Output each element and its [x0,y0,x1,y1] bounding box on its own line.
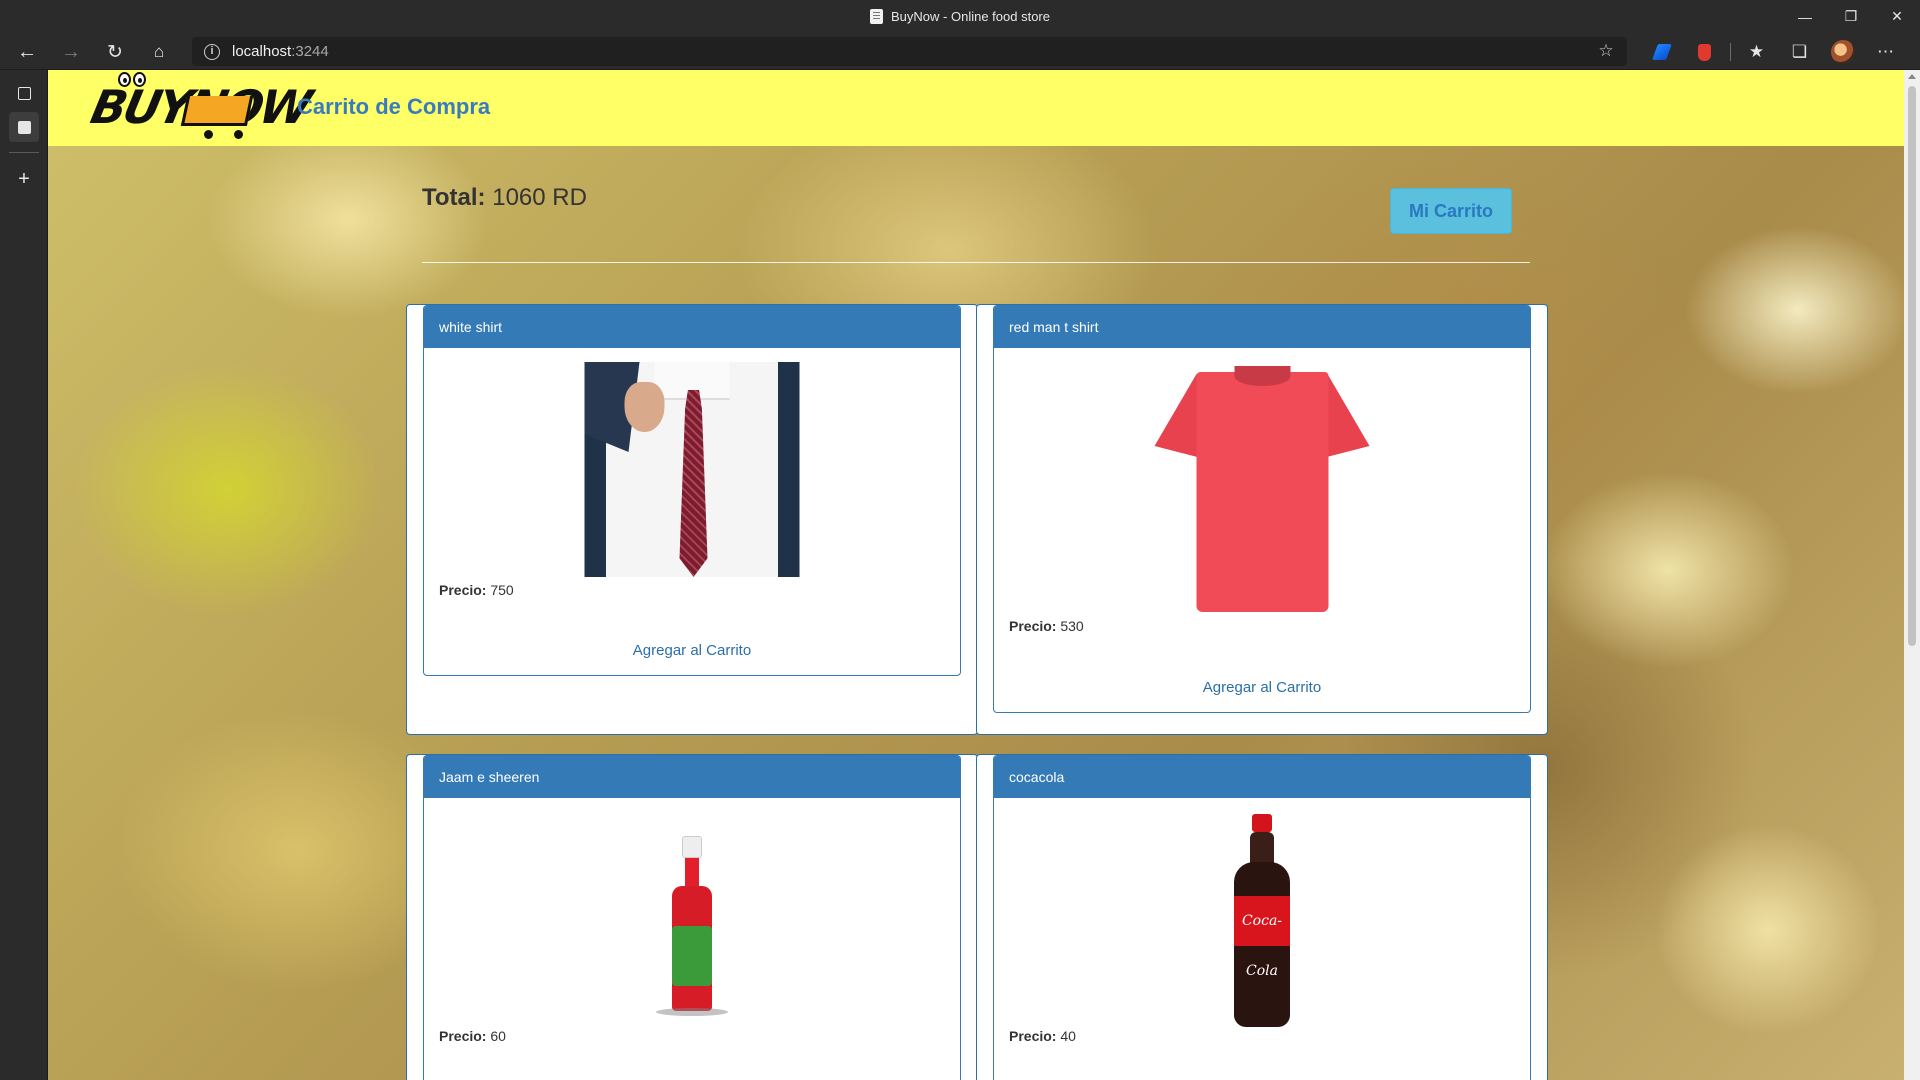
divider [422,262,1530,263]
price-value: 530 [1060,618,1084,634]
logo-wheel [234,130,243,139]
restore-icon[interactable]: ❐ [1828,0,1874,33]
scrollbar-thumb[interactable] [1908,86,1916,646]
extension-red-icon[interactable] [1683,37,1726,67]
toolbar-separator [1730,43,1731,61]
total-label: Total: [422,184,486,211]
toolbar-icons: ★ ❏ ⋯ [1640,37,1907,67]
browser-toolbar: ← → ↻ ⌂ i localhost:3244 ☆ ★ ❏ ⋯ [0,33,1920,70]
url-port: :3244 [291,43,329,60]
collections-icon[interactable]: ❏ [1778,37,1821,67]
page-title: Carrito de Compra [297,94,491,119]
product-card: red man t shirt Precio: 530 Agregar al C… [976,304,1548,735]
window-controls: — ❐ ✕ [1782,0,1920,33]
scroll-up-icon[interactable] [1908,74,1916,79]
extension-blue-icon[interactable] [1640,37,1683,67]
vertical-tab-icon[interactable] [9,112,39,142]
red-tshirt-photo [1154,362,1370,612]
white-shirt-photo [584,362,800,577]
browser-sidebar: + [0,70,48,1080]
add-to-cart-link[interactable]: Agregar al Carrito [424,642,960,659]
product-price: Precio: 750 [439,582,514,598]
price-value: 60 [490,1028,506,1044]
my-cart-button[interactable]: Mi Carrito [1390,188,1512,234]
new-tab-icon[interactable]: + [9,164,39,194]
red-syrup-bottle-photo [652,836,732,1016]
product-price: Precio: 530 [1009,618,1084,634]
product-card: Jaam e sheeren Precio: 60 [406,754,978,1080]
price-value: 750 [490,582,514,598]
arrow-right-icon[interactable]: → [56,37,86,67]
product-panel: Jaam e sheeren Precio: 60 [423,755,961,1080]
home-icon[interactable]: ⌂ [144,37,174,67]
total-value: 1060 RD [492,184,587,211]
url-host: localhost [232,43,292,60]
avatar[interactable] [1821,37,1864,67]
cart-total: Total: 1060 RD [422,184,587,212]
product-card: cocacola Coca-Cola Precio: 40 [976,754,1548,1080]
price-value: 40 [1060,1028,1076,1044]
price-label: Precio: [439,582,487,598]
add-to-cart-link[interactable]: Agregar al Carrito [994,679,1530,696]
product-name: white shirt [424,306,960,348]
sidebar-divider [9,152,39,153]
product-name: red man t shirt [994,306,1530,348]
product-panel: white shirt Precio: 750 Agregar al Carri… [423,305,961,676]
close-icon[interactable]: ✕ [1874,0,1920,33]
logo-cart-icon [180,96,254,126]
page-icon [870,9,884,24]
logo-wheel [204,130,213,139]
price-label: Precio: [1009,1028,1057,1044]
page-scrollbar[interactable] [1904,70,1920,1080]
product-panel: cocacola Coca-Cola Precio: 40 [993,755,1531,1080]
url-text[interactable]: localhost:3244 [232,37,329,66]
tab-actions-icon[interactable] [9,78,39,108]
cocacola-bottle-photo: Coca-Cola [1222,814,1302,1029]
price-label: Precio: [1009,618,1057,634]
minimize-icon[interactable]: — [1782,0,1828,33]
page-viewport: BUYNOW Carrito de Compra Total: 1060 RD … [48,70,1904,1080]
price-label: Precio: [439,1028,487,1044]
product-name: cocacola [994,756,1530,798]
product-price: Precio: 60 [439,1028,506,1044]
product-name: Jaam e sheeren [424,756,960,798]
site-logo[interactable]: BUYNOW [86,72,314,140]
refresh-icon[interactable]: ↻ [100,37,130,67]
star-plus-icon[interactable]: ☆ [1595,40,1617,62]
product-panel: red man t shirt Precio: 530 Agregar al C… [993,305,1531,713]
site-header: BUYNOW Carrito de Compra [48,70,1904,146]
product-card: white shirt Precio: 750 Agregar al Carri… [406,304,978,735]
favorites-icon[interactable]: ★ [1735,37,1778,67]
more-icon[interactable]: ⋯ [1864,37,1907,67]
info-icon[interactable]: i [204,44,220,60]
window-title-text: BuyNow - Online food store [891,9,1050,24]
window-titlebar: BuyNow - Online food store — ❐ ✕ [0,0,1920,33]
product-price: Precio: 40 [1009,1028,1076,1044]
window-title: BuyNow - Online food store [0,0,1920,33]
address-bar[interactable]: i localhost:3244 ☆ [192,37,1627,66]
arrow-left-icon[interactable]: ← [12,37,42,67]
